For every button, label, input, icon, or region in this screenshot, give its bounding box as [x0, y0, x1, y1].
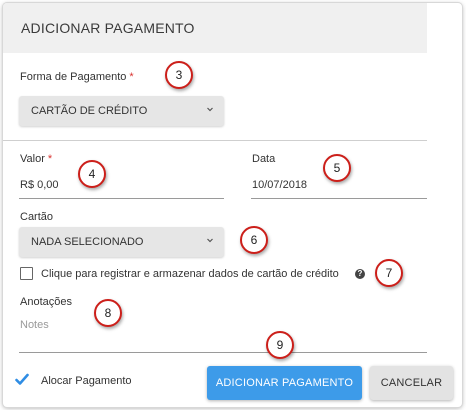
callout-badge-8: 8 — [94, 299, 122, 327]
add-payment-button[interactable]: ADICIONAR PAGAMENTO — [207, 366, 362, 400]
dialog-title: ADICIONAR PAGAMENTO — [21, 20, 195, 36]
allocate-payment-label[interactable]: Alocar Pagamento — [41, 375, 132, 387]
dialog-header: ADICIONAR PAGAMENTO — [3, 3, 427, 53]
payment-method-label-row: Forma de Pagamento * — [20, 71, 134, 83]
notes-input[interactable]: Notes — [20, 319, 49, 331]
date-input[interactable]: 10/07/2018 — [252, 179, 307, 191]
notes-label: Anotações — [20, 296, 72, 308]
callout-badge-4: 4 — [78, 160, 106, 188]
card-selected-value: NADA SELECIONADO — [31, 236, 144, 248]
required-marker: * — [47, 153, 53, 165]
date-label: Data — [252, 153, 276, 165]
required-marker: * — [129, 71, 134, 83]
callout-badge-9: 9 — [266, 331, 294, 359]
payment-method-label: Forma de Pagamento — [20, 71, 127, 83]
card-label: Cartão — [20, 211, 54, 223]
save-card-label[interactable]: Clique para registrar e armazenar dados … — [41, 268, 339, 280]
callout-badge-7: 7 — [375, 259, 403, 287]
payment-method-selected-value: CARTÃO DE CRÉDITO — [31, 105, 148, 117]
value-label-row: Valor * — [20, 153, 52, 165]
date-input-underline — [251, 198, 427, 199]
help-icon[interactable]: ? — [355, 269, 365, 279]
chevron-down-icon — [207, 107, 213, 112]
save-card-checkbox[interactable] — [20, 267, 33, 280]
add-payment-dialog: ADICIONAR PAGAMENTO Forma de Pagamento * … — [3, 3, 462, 407]
callout-badge-6: 6 — [240, 226, 268, 254]
value-label: Valor — [20, 153, 45, 165]
value-input[interactable]: R$ 0,00 — [20, 179, 59, 191]
section-divider — [3, 140, 427, 141]
checkmark-icon[interactable] — [15, 373, 29, 386]
chevron-down-icon — [207, 238, 213, 243]
callout-badge-5: 5 — [323, 154, 351, 182]
payment-method-select[interactable]: CARTÃO DE CRÉDITO — [19, 96, 224, 126]
card-select[interactable]: NADA SELECIONADO — [19, 227, 224, 257]
value-input-underline — [19, 198, 224, 199]
callout-badge-3: 3 — [165, 61, 193, 89]
notes-input-underline — [19, 352, 427, 353]
cancel-button[interactable]: CANCELAR — [370, 366, 453, 400]
